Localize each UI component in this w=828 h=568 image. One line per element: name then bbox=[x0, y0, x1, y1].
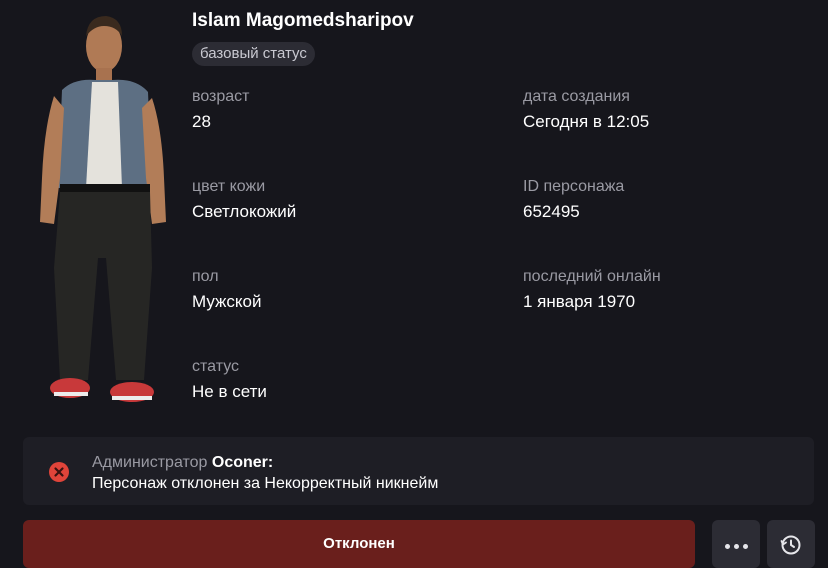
field-label: дата создания bbox=[523, 88, 630, 105]
notice-role: Администратор bbox=[92, 454, 208, 471]
field-value: 652495 bbox=[523, 202, 580, 221]
rejection-notice: Администратор Oconer: Персонаж отклонен … bbox=[23, 437, 814, 505]
more-dots-icon bbox=[724, 543, 748, 549]
field-character-id: ID персонажа 652495 bbox=[523, 178, 624, 222]
field-value: 28 bbox=[192, 112, 211, 131]
field-value: Не в сети bbox=[192, 382, 267, 401]
more-options-button[interactable] bbox=[712, 520, 760, 568]
field-label: статус bbox=[192, 358, 240, 375]
field-value: Сегодня в 12:05 bbox=[523, 112, 650, 131]
rejected-status-button[interactable]: Отклонен bbox=[23, 520, 695, 568]
field-label: последний онлайн bbox=[523, 268, 661, 285]
character-name: Islam Magomedsharipov bbox=[192, 10, 414, 31]
notice-author: Администратор Oconer: bbox=[92, 454, 273, 472]
field-status: статус Не в сети bbox=[192, 358, 267, 402]
field-value: Светлокожий bbox=[192, 202, 297, 221]
field-value: Мужской bbox=[192, 292, 262, 311]
field-label: возраст bbox=[192, 88, 250, 105]
field-gender: пол Мужской bbox=[192, 268, 262, 312]
history-button[interactable] bbox=[767, 520, 815, 568]
notice-message: Персонаж отклонен за Некорректный никней… bbox=[92, 475, 439, 492]
close-circle-icon bbox=[49, 462, 69, 482]
field-value: 1 января 1970 bbox=[523, 292, 636, 311]
character-avatar bbox=[24, 8, 180, 412]
status-badge: базовый статус bbox=[192, 42, 315, 66]
field-label: цвет кожи bbox=[192, 178, 266, 195]
field-label: ID персонажа bbox=[523, 178, 625, 195]
field-created: дата создания Сегодня в 12:05 bbox=[523, 88, 649, 132]
field-skin-color: цвет кожи Светлокожий bbox=[192, 178, 296, 222]
field-age: возраст 28 bbox=[192, 88, 250, 132]
field-label: пол bbox=[192, 268, 219, 285]
field-last-online: последний онлайн 1 января 1970 bbox=[523, 268, 661, 312]
history-icon bbox=[780, 528, 802, 561]
notice-admin-name: Oconer: bbox=[211, 454, 274, 471]
